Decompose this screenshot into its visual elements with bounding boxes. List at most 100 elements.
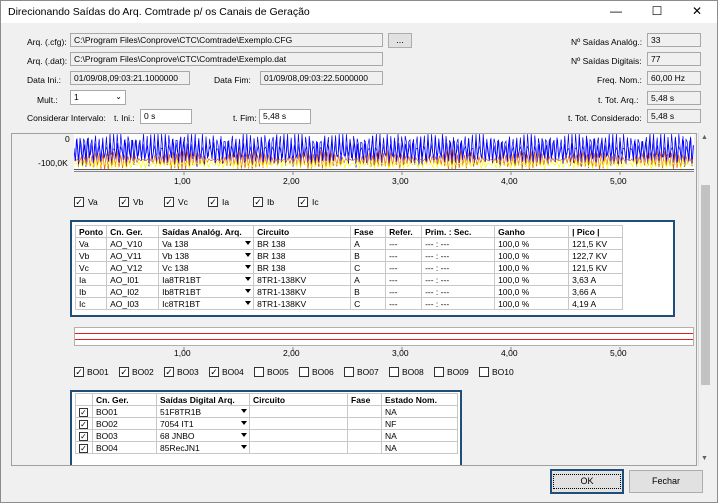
ib-checkbox[interactable]: ✓ [253,197,263,207]
analog-output-select[interactable]: Ib8TR1BT [158,285,255,298]
mult-value: 1 [74,92,79,102]
bo03-checkbox[interactable]: ✓ [164,367,174,377]
table-row[interactable]: Vc AO_V12 Vc 138 BR 138 C --- --- : --- 100,0 %… [74,261,624,274]
scroll-up-icon[interactable]: ▲ [701,134,708,141]
table-row[interactable]: ✓ BO01 51F8TR1B NA [75,405,458,418]
ia-checkbox[interactable]: ✓ [208,197,218,207]
minimize-button[interactable]: — [596,1,636,23]
col-header: Estado Nom. [381,393,458,406]
n-analog-label: Nº Saídas Analóg.: [571,37,643,47]
cell-text: 8TR1-138KV [257,286,307,297]
table-row[interactable]: Ib AO_I02 Ib8TR1BT 8TR1-138KV B --- --- : --- 1… [74,285,624,298]
cell-text: Ib [79,286,87,297]
chevron-down-icon[interactable] [245,277,252,281]
analog-output-select[interactable]: Va 138 [158,237,255,250]
table-cell [347,417,382,430]
table-cell: 122,7 KV [568,249,624,262]
digital-output-select[interactable]: 51F8TR1B [156,405,250,418]
table-cell: NA [381,429,458,442]
t-fim-input[interactable]: 5,48 s [259,109,311,124]
chart-x-axis [74,171,694,175]
vc-checkbox[interactable]: ✓ [164,197,174,207]
table-cell: 8TR1-138KV [253,297,352,310]
analog-output-select[interactable]: Ia8TR1BT [158,273,255,286]
cell-text: NF [385,418,397,429]
va-checkbox[interactable]: ✓ [74,197,84,207]
digital-x-tick: 2,00 [283,348,300,358]
analog-output-select[interactable]: Vc 138 [158,261,255,274]
cell-text: C [354,262,361,273]
mult-label: Mult.: [37,95,58,105]
table-cell: ✓ [75,429,93,442]
t-ini-input[interactable]: 0 s [140,109,192,124]
chevron-down-icon[interactable] [241,409,247,413]
chevron-down-icon[interactable] [241,445,247,449]
row-checkbox[interactable]: ✓ [79,407,88,417]
maximize-button[interactable]: ☐ [637,1,677,23]
bo10-checkbox[interactable] [479,367,489,377]
chevron-down-icon[interactable] [245,265,252,269]
vertical-scrollbar[interactable]: ▲ ▼ [698,133,711,466]
col-header: Saídas Digital Arq. [156,393,250,406]
table-cell: AO_V11 [106,249,160,262]
chevron-down-icon[interactable] [245,253,252,257]
dat-path-field[interactable]: C:\Program Files\Conprove\CTC\Comtrade\E… [70,52,383,66]
analog-output-select[interactable]: Ic8TR1BT [158,297,255,310]
bo04-checkbox[interactable]: ✓ [209,367,219,377]
bo07-checkbox[interactable] [344,367,354,377]
digital-output-select[interactable]: 85RecJN1 [156,441,250,454]
digital-x-tick: 5,00 [610,348,627,358]
row-checkbox[interactable]: ✓ [79,419,88,429]
freq-field: 60,00 Hz [647,71,701,85]
table-cell: ✓ [75,405,93,418]
table-row[interactable]: Ic AO_I03 Ic8TR1BT 8TR1-138KV C --- --- : --- 1… [74,297,624,310]
bo01-checkbox[interactable]: ✓ [74,367,84,377]
chevron-down-icon[interactable] [241,433,247,437]
ok-button[interactable]: OK [550,469,624,494]
table-cell: --- [385,249,423,262]
row-checkbox[interactable]: ✓ [79,431,88,441]
close-button[interactable]: ✕ [677,1,717,23]
table-row[interactable]: Ia AO_I01 Ia8TR1BT 8TR1-138KV A --- --- : --- 1… [74,273,624,286]
table-row[interactable]: Vb AO_V11 Vb 138 BR 138 B --- --- : --- 100,0 %… [74,249,624,262]
browse-button[interactable]: ... [388,33,412,48]
col-header: Ponto [74,225,108,238]
vb-checkbox[interactable]: ✓ [119,197,129,207]
chevron-down-icon[interactable] [245,301,252,305]
bo10-label: BO10 [492,367,514,377]
bo02-checkbox[interactable]: ✓ [119,367,129,377]
col-header: Fase [350,225,387,238]
table-row[interactable]: ✓ BO02 7054 IT1 NF [75,417,458,430]
table-row[interactable]: ✓ BO04 85RecJN1 NA [75,441,458,454]
bo08-checkbox[interactable] [389,367,399,377]
cfg-path-field[interactable]: C:\Program Files\Conprove\CTC\Comtrade\E… [70,33,383,47]
ic-checkbox[interactable]: ✓ [298,197,308,207]
cell-text: 100,0 % [498,250,530,261]
chevron-down-icon[interactable] [241,421,247,425]
row-checkbox[interactable]: ✓ [79,443,88,453]
bo05-checkbox[interactable] [254,367,264,377]
mult-select[interactable]: 1 ⌄ [70,90,126,105]
scroll-down-icon[interactable]: ▼ [701,455,708,462]
scroll-thumb[interactable] [701,185,710,385]
table-row[interactable]: ✓ BO03 68 JNBO NA [75,429,458,442]
cell-text: AO_I02 [110,286,139,297]
cell-text: 100,0 % [498,274,530,285]
chevron-down-icon[interactable] [245,289,252,293]
table-row[interactable]: Va AO_V10 Va 138 BR 138 A --- --- : --- 100,0 %… [74,237,624,250]
table-cell: ✓ [75,441,93,454]
analog-mapping-table: Ponto Cn. Ger. Saídas Analóg. Arq. Circu… [74,225,624,310]
col-header [75,393,93,406]
bo06-checkbox[interactable] [299,367,309,377]
analog-output-select[interactable]: Vb 138 [158,249,255,262]
cell-text: B [354,286,360,297]
table-cell: 100,0 % [494,273,570,286]
cell-text: Ib8TR1BT [162,286,201,297]
digital-output-select[interactable]: 7054 IT1 [156,417,250,430]
cell-text: --- [389,238,398,249]
chevron-down-icon[interactable] [245,241,252,245]
digital-output-select[interactable]: 68 JNBO [156,429,250,442]
chart-x-tick: 3,00 [392,176,409,186]
fechar-button[interactable]: Fechar [629,470,703,493]
bo09-checkbox[interactable] [434,367,444,377]
